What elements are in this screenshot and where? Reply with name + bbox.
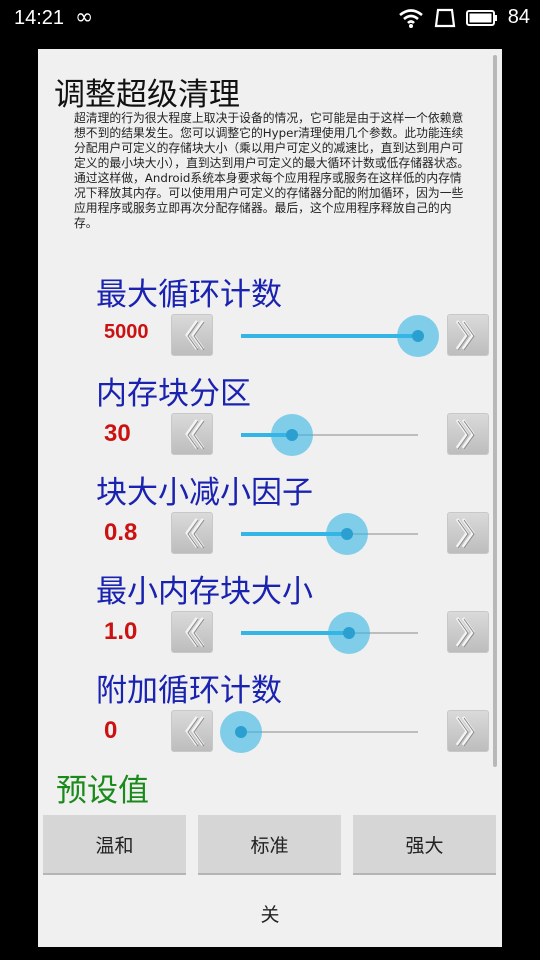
- chevron-left-icon: [185, 518, 205, 549]
- increase-button[interactable]: [447, 611, 489, 653]
- chevron-left-icon: [185, 617, 205, 648]
- slider-thumb[interactable]: [397, 315, 439, 357]
- preset-mild-button[interactable]: 温和: [43, 815, 186, 875]
- preset-standard-button[interactable]: 标准: [198, 815, 341, 875]
- chevron-left-icon: [185, 716, 205, 747]
- description-text: 超清理的行为很大程度上取决于设备的情况，它可能是由于这样一个依赖意想不到的结果发…: [74, 111, 470, 230]
- status-bar: 14:21 ∞ 84: [0, 0, 540, 38]
- decrease-button[interactable]: [171, 413, 213, 455]
- setting-value: 30: [104, 420, 131, 447]
- battery-icon: [465, 9, 497, 26]
- setting-label: 最大循环计数: [96, 277, 282, 313]
- preset-strong-button[interactable]: 强大: [353, 815, 496, 875]
- setting-value: 5000: [104, 321, 149, 343]
- status-icons: 84: [398, 6, 530, 29]
- setting-label: 最小内存块大小: [96, 574, 313, 610]
- slider-track[interactable]: [241, 334, 418, 338]
- screen-icon: [434, 8, 455, 27]
- wifi-icon: [398, 8, 423, 28]
- slider-thumb[interactable]: [271, 414, 314, 456]
- slider-track[interactable]: [241, 731, 418, 733]
- chevron-left-icon: [185, 320, 205, 351]
- setting-value: 1.0: [104, 618, 138, 645]
- setting-value: 0.8: [104, 519, 138, 546]
- decrease-button[interactable]: [171, 710, 213, 752]
- status-time: 14:21: [14, 7, 65, 29]
- increase-button[interactable]: [447, 413, 489, 455]
- slider-fill: [241, 334, 418, 338]
- dialog-title: 调整超级清理: [54, 77, 240, 113]
- decrease-button[interactable]: [171, 611, 213, 653]
- chevron-right-icon: [455, 617, 475, 648]
- chevron-right-icon: [455, 716, 475, 747]
- increase-button[interactable]: [447, 314, 489, 356]
- slider-thumb[interactable]: [327, 612, 370, 654]
- slider-track[interactable]: [241, 433, 418, 437]
- chevron-right-icon: [455, 419, 475, 450]
- chevron-left-icon: [185, 419, 205, 450]
- chevron-right-icon: [455, 518, 475, 549]
- setting-label: 块大小减小因子: [96, 475, 313, 511]
- tune-dialog: 调整超级清理 超清理的行为很大程度上取决于设备的情况，它可能是由于这样一个依赖意…: [38, 49, 502, 947]
- close-button[interactable]: 关: [38, 885, 502, 941]
- setting-label: 附加循环计数: [96, 673, 282, 709]
- battery-level: 84: [507, 6, 530, 28]
- setting-value: 0: [104, 717, 118, 744]
- decrease-button[interactable]: [171, 512, 213, 554]
- infinity-icon: ∞: [75, 5, 94, 30]
- slider-thumb[interactable]: [326, 513, 369, 555]
- increase-button[interactable]: [447, 710, 489, 752]
- increase-button[interactable]: [447, 512, 489, 554]
- scrollbar[interactable]: [493, 55, 497, 767]
- decrease-button[interactable]: [171, 314, 213, 356]
- presets-title: 预设值: [56, 773, 149, 809]
- slider-thumb[interactable]: [220, 711, 262, 753]
- setting-label: 内存块分区: [96, 376, 251, 412]
- chevron-right-icon: [455, 320, 475, 351]
